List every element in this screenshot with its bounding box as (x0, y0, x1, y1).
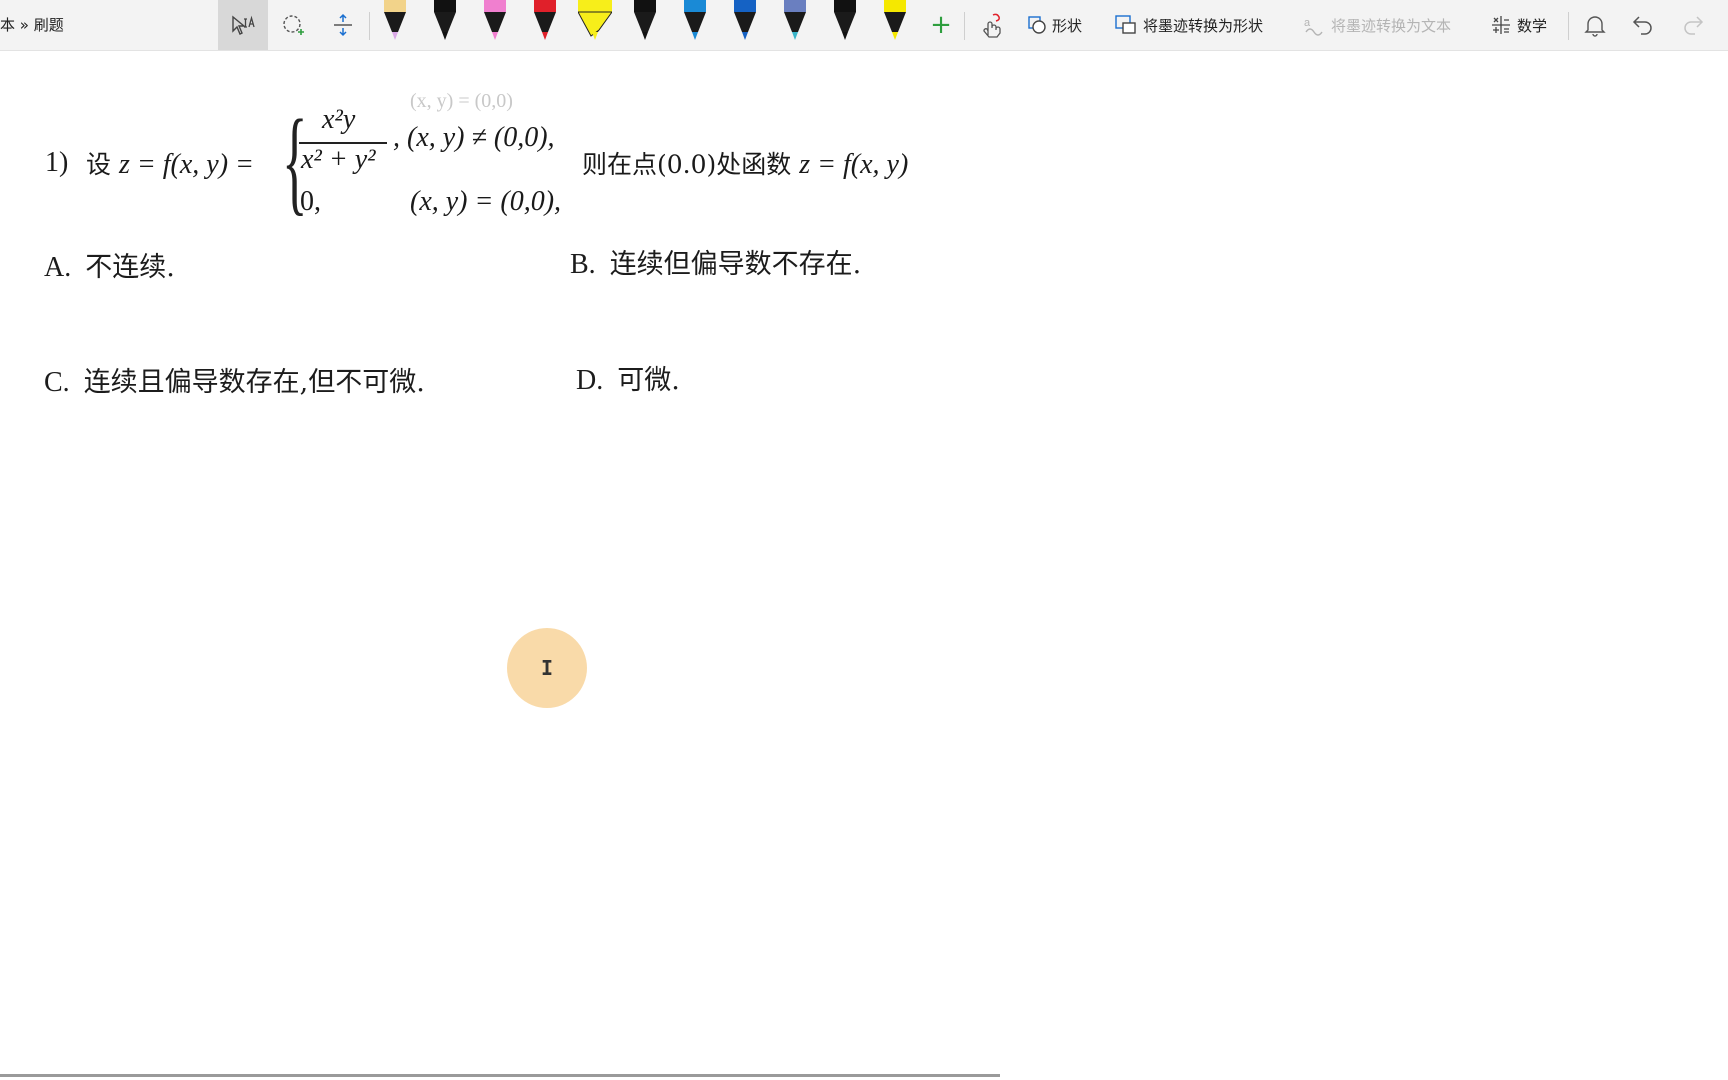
pen-icon (484, 0, 506, 40)
ink-to-text-button[interactable]: a 将墨迹转换为文本 (1302, 12, 1451, 38)
math-icon (1492, 16, 1510, 34)
case1-condition: , (x, y) ≠ (0,0), (393, 122, 555, 153)
question-lead-text: 设 (86, 150, 112, 179)
add-pen-button[interactable]: + (925, 0, 957, 50)
redo-icon (1684, 16, 1704, 35)
function-definition: z = f(x, y) = (118, 149, 254, 180)
pen-icon (834, 0, 856, 40)
case2-value: 0, (300, 186, 321, 217)
pen-peach-button[interactable] (378, 0, 412, 44)
toolbar-separator (369, 12, 370, 40)
pen-icon (434, 0, 456, 40)
option-b: B. 连续但偏导数不存在. (570, 242, 861, 281)
pen-black-2-button[interactable] (628, 0, 662, 44)
option-text: 连续但偏导数不存在. (609, 249, 862, 280)
shapes-button[interactable]: 形状 (1027, 12, 1082, 38)
pen-icon (684, 0, 706, 40)
pen-pink-button[interactable] (478, 0, 512, 44)
pen-galaxy-button[interactable] (778, 0, 812, 44)
option-label: D. (576, 365, 604, 396)
question-number: 1) (45, 147, 69, 178)
pen-black-3-button[interactable] (828, 0, 862, 44)
select-text-tool[interactable] (218, 0, 268, 50)
plus-icon: + (930, 10, 952, 40)
lasso-add-icon (283, 15, 304, 35)
ink-to-text-icon: a (1304, 17, 1323, 36)
pen-icon (577, 0, 613, 40)
insert-space-icon (334, 13, 352, 37)
case2-condition: (x, y) = (0,0), (410, 186, 562, 217)
toolbar-separator (964, 12, 965, 40)
pen-icon (784, 0, 806, 40)
ink-to-shape-label: 将墨迹转换为形状 (1143, 16, 1264, 35)
question-tail-text: 则在点(0.0)处函数 (582, 150, 792, 179)
pen-icon (384, 0, 406, 40)
pen-yellow-button[interactable] (878, 0, 912, 44)
cursor-highlight: I (507, 628, 587, 708)
highlighter-yellow-button[interactable] (577, 0, 613, 44)
option-text: 可微. (617, 365, 680, 396)
shapes-label: 形状 (1052, 16, 1083, 35)
undo-icon (1632, 16, 1652, 35)
note-canvas[interactable]: (x, y) = (0,0) 1) 设 z = f(x, y) = { x²y … (0, 50, 1728, 1080)
bell-icon (1584, 16, 1606, 37)
svg-text:a: a (1304, 17, 1311, 29)
redo-button[interactable] (1676, 0, 1710, 50)
pen-blue-1-button[interactable] (678, 0, 712, 44)
fraction-numerator: x²y (322, 104, 356, 135)
ink-to-shape-icon (1115, 15, 1136, 34)
pen-red-button[interactable] (528, 0, 562, 44)
pen-icon (884, 0, 906, 40)
option-a: A. 不连续. (44, 245, 175, 284)
option-text: 不连续. (85, 252, 175, 283)
question-lead: 设 z = f(x, y) = (86, 145, 254, 181)
option-d: D. 可微. (576, 358, 680, 397)
shapes-icon (1028, 16, 1046, 34)
pen-black-1-button[interactable] (428, 0, 462, 44)
fraction-denominator: x² + y² (301, 144, 376, 175)
pen-icon (734, 0, 756, 40)
option-label: A. (44, 252, 72, 283)
ink-to-text-label: 将墨迹转换为文本 (1331, 16, 1452, 35)
add-space-tool[interactable] (318, 0, 368, 50)
text-cursor-icon: I (540, 656, 554, 680)
breadcrumb[interactable]: 本 » 刷题 (0, 14, 64, 35)
page-edge-line (0, 1074, 1000, 1077)
undo-button[interactable] (1626, 0, 1660, 50)
question-tail: 则在点(0.0)处函数 z = f(x, y) (582, 145, 908, 181)
select-text-icon (232, 15, 255, 35)
notifications-button[interactable] (1578, 0, 1612, 50)
pen-icon (634, 0, 656, 40)
touch-draw-button[interactable] (973, 0, 1009, 50)
ribbon-toolbar: 本 » 刷题 + 形状 将墨迹转换为形状 a 将墨迹转换为文本 数学 (0, 0, 1728, 51)
touch-draw-icon (983, 13, 1001, 38)
math-label: 数学 (1517, 16, 1548, 35)
question-tail-math: z = f(x, y) (799, 149, 909, 180)
pen-icon (534, 0, 556, 40)
pen-blue-2-button[interactable] (728, 0, 762, 44)
option-text: 连续且偏导数存在,但不可微. (83, 367, 425, 398)
lasso-select-tool[interactable] (268, 0, 318, 50)
option-label: B. (570, 249, 596, 280)
toolbar-separator (1568, 12, 1569, 40)
faint-text: (x, y) = (0,0) (410, 90, 513, 112)
ink-to-shape-button[interactable]: 将墨迹转换为形状 (1114, 12, 1263, 38)
math-button[interactable]: 数学 (1490, 12, 1547, 38)
option-c: C. 连续且偏导数存在,但不可微. (44, 360, 425, 399)
option-label: C. (44, 367, 70, 398)
